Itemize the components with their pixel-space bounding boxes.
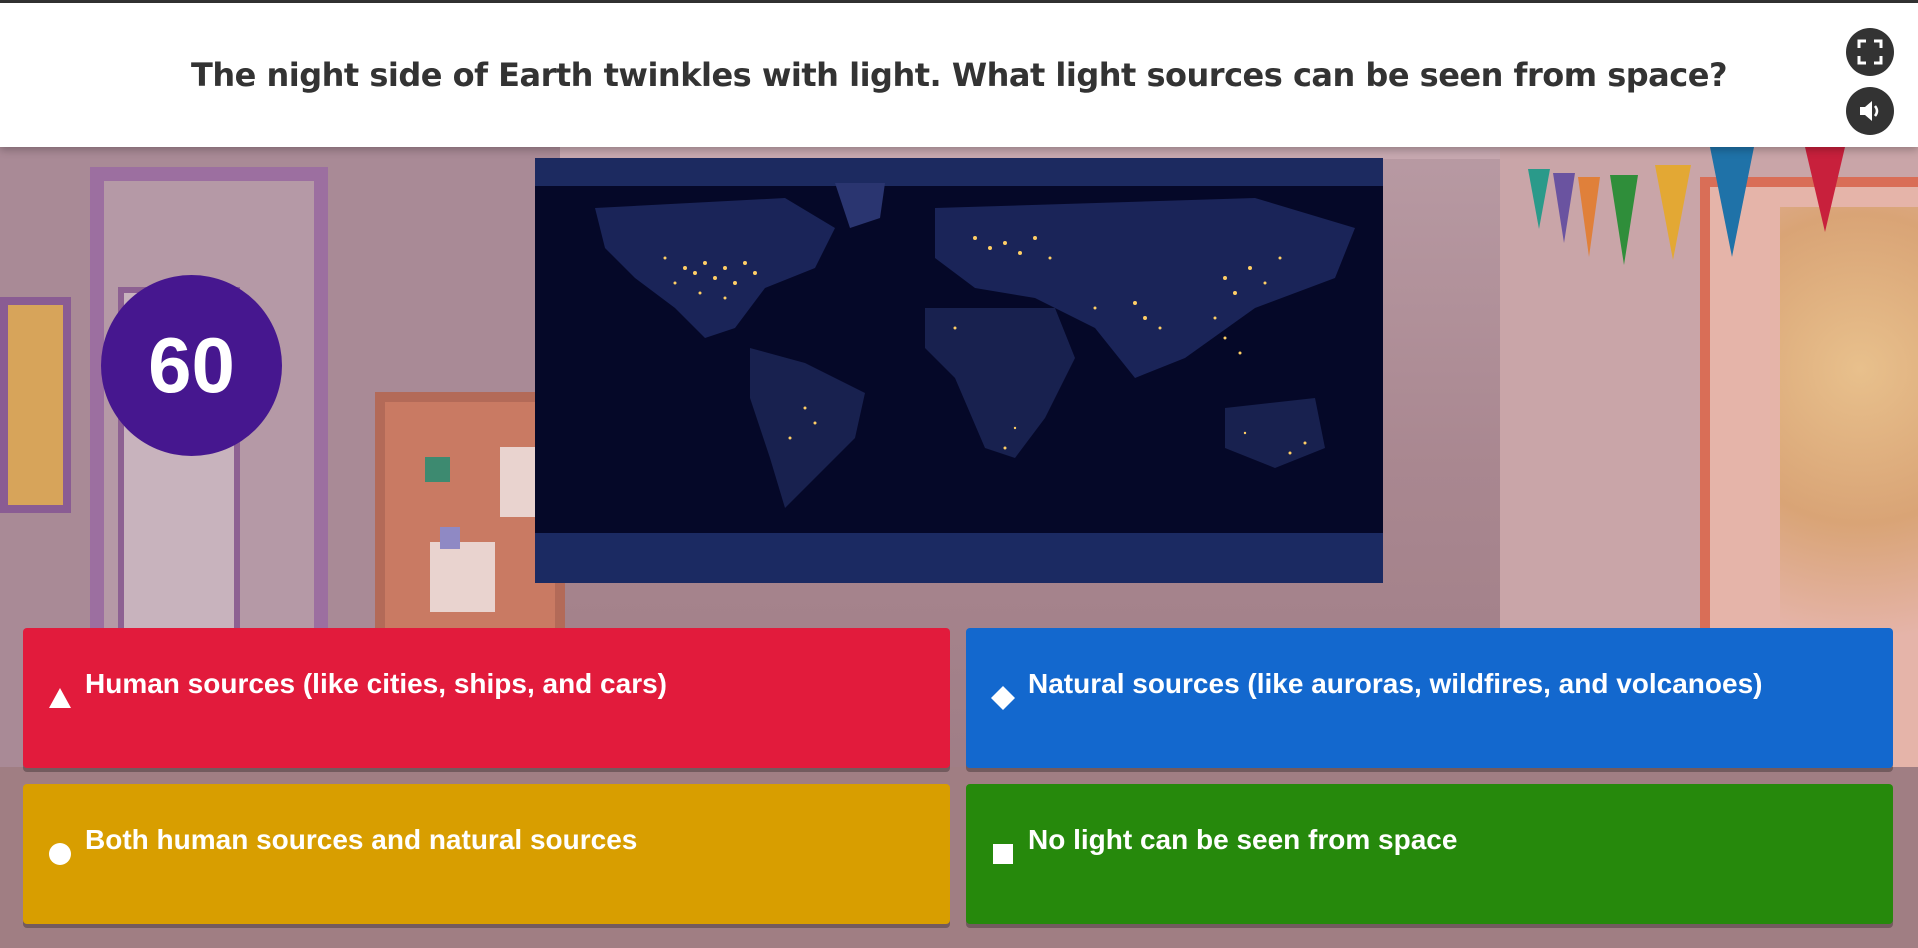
bunting-flag: [1655, 165, 1691, 260]
sticky-note: [440, 527, 460, 549]
answer-option-2[interactable]: Natural sources (like auroras, wildfires…: [966, 628, 1893, 768]
wall-picture: [0, 297, 71, 513]
bunting-flag: [1528, 169, 1550, 229]
answer-label: Both human sources and natural sources: [85, 824, 638, 855]
answer-option-3[interactable]: Both human sources and natural sources: [23, 784, 950, 924]
question-text: The night side of Earth twinkles with li…: [191, 56, 1728, 94]
diamond-icon: [988, 683, 1018, 713]
answer-option-4[interactable]: No light can be seen from space: [966, 784, 1893, 924]
speaker-icon: [1856, 97, 1884, 125]
bunting-flag: [1805, 147, 1845, 232]
sticky-note: [425, 457, 450, 482]
answer-option-1[interactable]: Human sources (like cities, ships, and c…: [23, 628, 950, 768]
bunting-flag: [1553, 173, 1575, 243]
answer-label: Natural sources (like auroras, wildfires…: [1028, 668, 1763, 699]
bunting-flag: [1578, 177, 1600, 257]
answer-label: Human sources (like cities, ships, and c…: [85, 668, 667, 699]
circle-icon: [45, 839, 75, 869]
sticky-note: [430, 542, 495, 612]
triangle-icon: [45, 683, 75, 713]
countdown-timer: 60: [101, 275, 282, 456]
fullscreen-button[interactable]: [1846, 28, 1894, 76]
sound-button[interactable]: [1846, 87, 1894, 135]
earth-night-map-image: [535, 158, 1383, 583]
fullscreen-icon: [1856, 38, 1884, 66]
bunting-flag: [1610, 175, 1638, 265]
square-icon: [988, 839, 1018, 869]
bunting-flag: [1710, 147, 1754, 257]
question-header: The night side of Earth twinkles with li…: [0, 3, 1918, 147]
answer-label: No light can be seen from space: [1028, 824, 1458, 855]
